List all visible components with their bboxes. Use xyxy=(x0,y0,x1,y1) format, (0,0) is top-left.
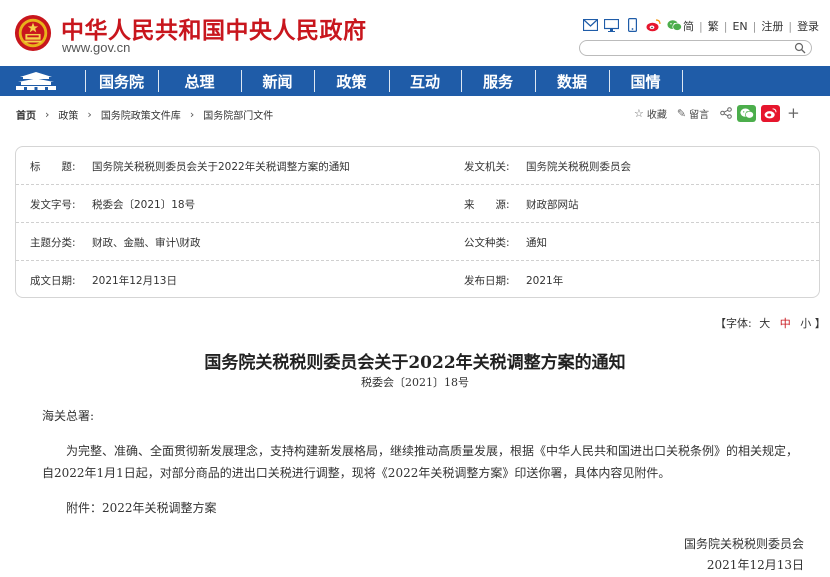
divider: | xyxy=(699,19,703,33)
signature-date: 2021年12月13日 xyxy=(706,558,804,572)
docno-value: 税委会〔2021〕18号 xyxy=(92,198,196,211)
issuer-label: 发文机关: xyxy=(464,160,510,173)
font-size-medium[interactable]: 中 xyxy=(780,317,791,330)
font-size-open: 【字体: xyxy=(715,317,752,330)
nav-item-policy[interactable]: 政策 xyxy=(314,66,389,96)
nav-item-news[interactable]: 新闻 xyxy=(241,66,314,96)
article-paragraph: 为完整、准确、全面贯彻新发展理念，支持构建新发展格局，继续推动高质量发展，根据《… xyxy=(42,444,799,480)
tiananmen-icon xyxy=(16,72,56,90)
breadcrumb-department-docs[interactable]: 国务院部门文件 xyxy=(203,107,273,122)
signature: 国务院关税税则委员会 xyxy=(683,537,804,551)
nav-item-national-info[interactable]: 国情 xyxy=(609,66,682,96)
weibo-icon[interactable] xyxy=(646,18,661,32)
search-input[interactable] xyxy=(588,46,788,61)
source-label: 来 源: xyxy=(464,198,510,211)
top-links: 简 | 繁 | EN | 注册 | 登录 xyxy=(683,18,819,34)
breadcrumb-policy-library[interactable]: 国务院政策文件库 xyxy=(101,107,181,122)
doctype-label: 公文种类: xyxy=(464,236,510,249)
search-bar xyxy=(579,40,812,61)
nav-home[interactable] xyxy=(0,66,72,96)
divider: | xyxy=(752,19,757,33)
breadcrumb-policy[interactable]: 政策 xyxy=(58,107,78,122)
nav-item-interaction[interactable]: 互动 xyxy=(389,66,461,96)
screen-icon[interactable] xyxy=(604,18,619,32)
article-attachment: 附件：2022年关税调整方案 xyxy=(66,501,217,515)
info-row: 主题分类: 财政、金融、审计\财政 公文种类: 通知 xyxy=(16,223,819,261)
font-size-large[interactable]: 大 xyxy=(759,317,770,330)
nav-item-premier[interactable]: 总理 xyxy=(158,66,241,96)
info-row: 标 题: 国务院关税税则委员会关于2022年关税调整方案的通知 发文机关: 国务… xyxy=(16,147,819,185)
divider: | xyxy=(788,19,793,33)
title-label: 标 题: xyxy=(30,160,76,173)
topic-label: 主题分类: xyxy=(30,236,76,249)
font-size-small[interactable]: 小 xyxy=(800,317,811,330)
info-row: 成文日期: 2021年12月13日 发布日期: 2021年 xyxy=(16,261,819,299)
main-nav: 国务院 总理 新闻 政策 互动 服务 数据 国情 xyxy=(0,66,830,96)
chevron-right-icon: › xyxy=(87,108,92,121)
pencil-icon: ✎ xyxy=(676,106,687,120)
register-link[interactable]: 注册 xyxy=(761,18,783,34)
font-size-close: 】 xyxy=(814,317,826,330)
nav-item-service[interactable]: 服务 xyxy=(461,66,535,96)
published-date-value: 2021年 xyxy=(526,274,564,287)
page-tools: ☆ 收藏 ✎ 留言 + xyxy=(634,104,800,122)
written-date-value: 2021年12月13日 xyxy=(92,274,177,287)
comment-button[interactable]: ✎ 留言 xyxy=(677,106,709,121)
topic-value: 财政、金融、审计\财政 xyxy=(92,236,201,249)
font-size-switcher: 【字体: 大 中 小 】 xyxy=(715,315,826,331)
top-icon-bar xyxy=(583,18,682,32)
national-emblem-logo[interactable] xyxy=(14,14,52,52)
comment-label: 留言 xyxy=(689,109,710,121)
doctype-value: 通知 xyxy=(526,236,547,249)
title-value: 国务院关税税则委员会关于2022年关税调整方案的通知 xyxy=(92,160,350,173)
chevron-right-icon: › xyxy=(189,108,195,121)
search-icon[interactable] xyxy=(794,42,806,54)
mail-icon[interactable] xyxy=(583,18,598,32)
docno-label: 发文字号: xyxy=(30,198,76,211)
source-value: 财政部网站 xyxy=(526,198,579,211)
simplified-chinese-link[interactable]: 简 xyxy=(683,18,694,34)
favorite-button[interactable]: ☆ 收藏 xyxy=(634,106,667,121)
weibo-icon xyxy=(764,107,777,118)
breadcrumb-home[interactable]: 首页 xyxy=(16,107,36,122)
wechat-icon[interactable] xyxy=(667,18,682,32)
document-number: 税委会〔2021〕18号 xyxy=(361,376,469,389)
site-domain: www.gov.cn xyxy=(62,40,131,55)
nav-divider xyxy=(682,70,683,92)
published-date-label: 发布日期: xyxy=(464,274,510,287)
login-link[interactable]: 登录 xyxy=(797,18,819,34)
wechat-share-button[interactable] xyxy=(737,104,757,122)
article-salutation: 海关总署: xyxy=(42,409,95,423)
star-icon: ☆ xyxy=(634,106,644,120)
favorite-label: 收藏 xyxy=(646,109,667,121)
document-info-box: 标 题: 国务院关税税则委员会关于2022年关税调整方案的通知 发文机关: 国务… xyxy=(15,146,820,298)
weibo-share-button[interactable] xyxy=(761,104,781,122)
share-icon[interactable] xyxy=(719,105,733,122)
issuer-value: 国务院关税税则委员会 xyxy=(526,160,631,173)
mobile-icon[interactable] xyxy=(625,18,640,32)
site-header: 中华人民共和国中央人民政府 www.gov.cn 简 | 繁 | EN | 注册… xyxy=(0,0,830,66)
divider: | xyxy=(723,19,728,33)
written-date-label: 成文日期: xyxy=(30,274,76,287)
traditional-chinese-link[interactable]: 繁 xyxy=(708,18,719,34)
nav-item-state-council[interactable]: 国务院 xyxy=(85,66,158,96)
article-title: 国务院关税税则委员会关于2022年关税调整方案的通知 xyxy=(204,353,626,373)
chevron-right-icon: › xyxy=(45,108,50,121)
info-row: 发文字号: 税委会〔2021〕18号 来 源: 财政部网站 xyxy=(16,185,819,223)
english-link[interactable]: EN xyxy=(732,20,747,33)
more-share-button[interactable]: + xyxy=(787,104,800,122)
nav-item-data[interactable]: 数据 xyxy=(535,66,609,96)
breadcrumb: 首页 › 政策 › 国务院政策文件库 › 国务院部门文件 xyxy=(16,107,273,122)
wechat-icon xyxy=(740,108,754,119)
